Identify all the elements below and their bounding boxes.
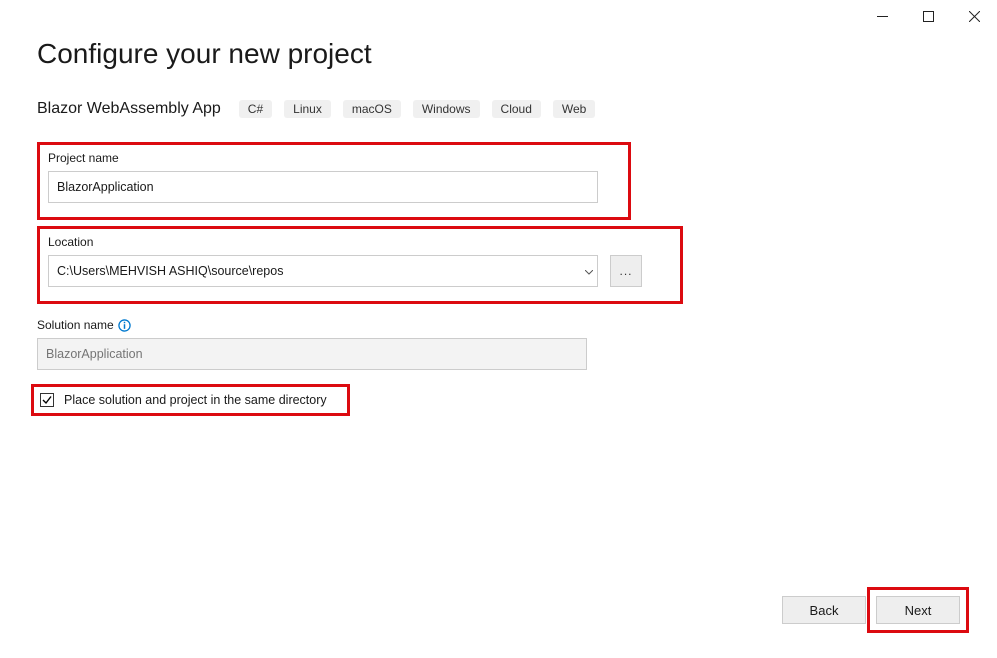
template-tag: Windows <box>413 100 480 118</box>
same-dir-label: Place solution and project in the same d… <box>64 393 327 407</box>
solution-name-label-text: Solution name <box>37 318 114 332</box>
footer: Back Next <box>782 596 960 624</box>
solution-name-group: Solution name <box>37 318 960 370</box>
minimize-button[interactable] <box>859 0 905 32</box>
template-tag: Web <box>553 100 595 118</box>
highlight-project-name: Project name <box>37 142 631 220</box>
template-tag: Cloud <box>492 100 541 118</box>
location-group: Location ... <box>48 235 672 287</box>
maximize-icon <box>923 11 934 22</box>
minimize-icon <box>877 11 888 22</box>
titlebar <box>859 0 997 32</box>
back-button[interactable]: Back <box>782 596 866 624</box>
next-button[interactable]: Next <box>876 596 960 624</box>
maximize-button[interactable] <box>905 0 951 32</box>
same-dir-checkbox[interactable] <box>40 393 54 407</box>
close-icon <box>969 11 980 22</box>
check-icon <box>42 395 52 405</box>
highlight-next: Next <box>867 587 969 633</box>
location-combo[interactable] <box>48 255 598 287</box>
close-button[interactable] <box>951 0 997 32</box>
template-tag: macOS <box>343 100 401 118</box>
project-name-group: Project name <box>48 151 620 203</box>
project-name-label: Project name <box>48 151 620 165</box>
same-dir-row: Place solution and project in the same d… <box>40 393 327 407</box>
template-tag: C# <box>239 100 272 118</box>
location-input[interactable] <box>48 255 598 287</box>
page-title: Configure your new project <box>37 38 960 70</box>
template-name: Blazor WebAssembly App <box>37 100 221 118</box>
project-name-input[interactable] <box>48 171 598 203</box>
highlight-same-dir: Place solution and project in the same d… <box>31 384 350 416</box>
content: Configure your new project Blazor WebAss… <box>37 38 960 658</box>
highlight-location: Location ... <box>37 226 683 304</box>
template-tag: Linux <box>284 100 331 118</box>
solution-name-input <box>37 338 587 370</box>
browse-button[interactable]: ... <box>610 255 642 287</box>
solution-name-label: Solution name <box>37 318 960 332</box>
template-row: Blazor WebAssembly App C# Linux macOS Wi… <box>37 100 960 118</box>
location-label: Location <box>48 235 672 249</box>
info-icon[interactable] <box>118 319 131 332</box>
